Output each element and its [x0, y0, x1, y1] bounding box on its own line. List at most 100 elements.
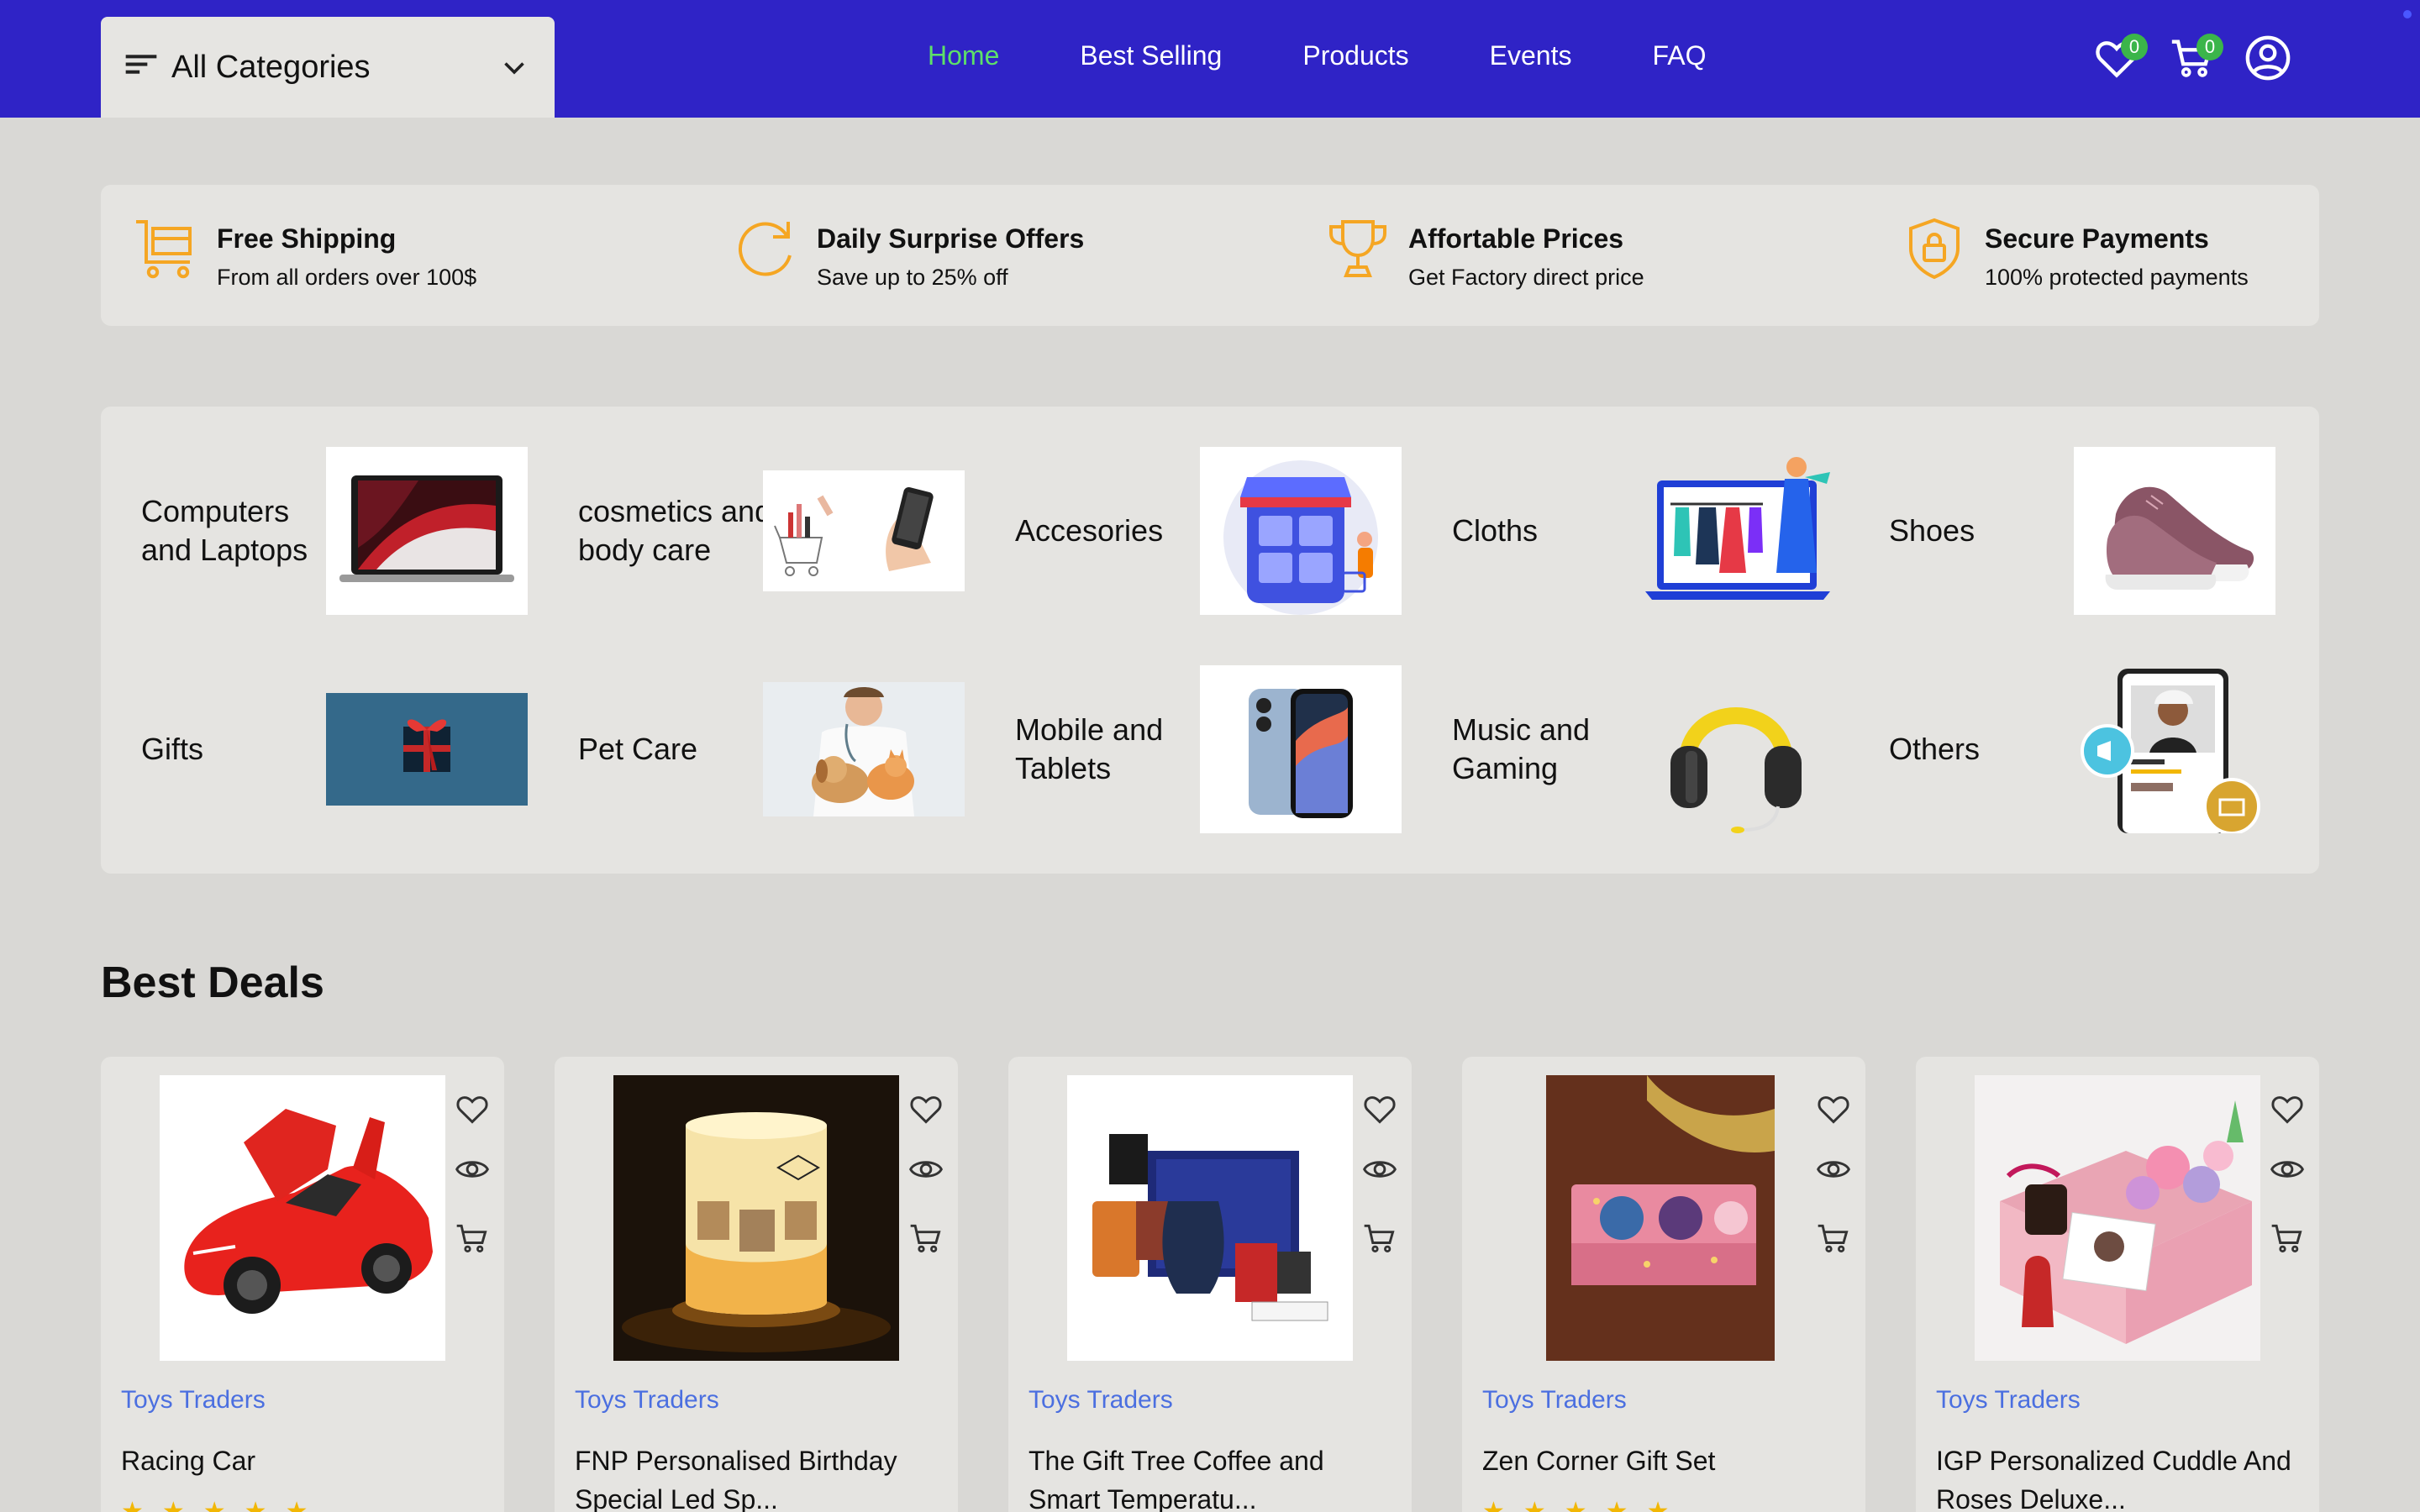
gift-image: [326, 665, 528, 833]
nav-home[interactable]: Home: [928, 40, 999, 71]
category-label: Others: [1889, 732, 1981, 766]
add-to-wishlist-button[interactable]: [454, 1090, 491, 1127]
status-dot: [2403, 10, 2412, 18]
user-circle-icon: [2245, 35, 2291, 81]
product-card[interactable]: Toys Traders Racing Car: [101, 1057, 504, 1512]
feature-subtitle: Save up to 25% off: [817, 265, 1008, 290]
category-label: Computers and Laptops: [141, 494, 308, 567]
category-gifts[interactable]: Gifts: [101, 665, 538, 833]
red-car-image: [160, 1075, 445, 1361]
category-label: Cloths: [1452, 513, 1539, 548]
laptop-image: [326, 447, 528, 615]
feature-daily-offers: Daily Surprise Offers Save up to 25% off: [733, 215, 1084, 291]
quick-view-button[interactable]: [1361, 1151, 1398, 1188]
cart-plus-icon: [1818, 1224, 1849, 1252]
category-label: Accesories: [1015, 513, 1164, 548]
add-to-cart-button[interactable]: [2269, 1220, 2306, 1257]
category-shoes[interactable]: Shoes: [1849, 447, 2286, 615]
category-label: Gifts: [141, 732, 204, 766]
profile-button[interactable]: [2244, 34, 2294, 84]
rating-stars: ★★★★★: [1482, 1498, 1688, 1512]
category-label: cosmetics and body care: [578, 494, 772, 567]
category-cosmetics[interactable]: cosmetics and body care: [538, 447, 975, 615]
cart-button[interactable]: 0: [2168, 34, 2223, 84]
add-to-wishlist-button[interactable]: [1815, 1090, 1852, 1127]
feature-free-shipping: Free Shipping From all orders over 100$: [133, 215, 476, 291]
shop-name-link[interactable]: Toys Traders: [1936, 1386, 2081, 1415]
cart-count-badge: 0: [2196, 34, 2223, 60]
feature-subtitle: Get Factory direct price: [1408, 265, 1644, 290]
eye-icon: [455, 1161, 489, 1178]
wishlist-button[interactable]: 0: [2092, 34, 2148, 84]
add-to-cart-button[interactable]: [454, 1220, 491, 1257]
cart-plus-icon: [2271, 1224, 2302, 1252]
coffee-gift-image: [1067, 1075, 1353, 1361]
pet-care-image: [763, 665, 965, 833]
add-to-cart-button[interactable]: [1815, 1220, 1852, 1257]
features-bar: Free Shipping From all orders over 100$ …: [101, 185, 2319, 326]
nav-faq[interactable]: FAQ: [1652, 40, 1706, 71]
category-mobile-tablets[interactable]: Mobile and Tablets: [975, 665, 1412, 833]
category-computers-laptops[interactable]: Computers and Laptops: [101, 447, 538, 615]
category-accessories[interactable]: Accesories: [975, 447, 1412, 615]
menu-lines-icon: [125, 55, 157, 74]
add-to-wishlist-button[interactable]: [908, 1090, 944, 1127]
header-actions: 0 0: [2092, 34, 2294, 84]
heart-icon: [2271, 1096, 2303, 1124]
feature-affordable-prices: Affortable Prices Get Factory direct pri…: [1324, 215, 1644, 291]
feature-title: Affortable Prices: [1408, 223, 1624, 254]
product-card[interactable]: Toys Traders The Gift Tree Coffee and Sm…: [1008, 1057, 1412, 1512]
add-to-cart-button[interactable]: [908, 1220, 944, 1257]
quick-view-button[interactable]: [2269, 1151, 2306, 1188]
shield-lock-icon: [1901, 215, 1968, 282]
cart-icon: [133, 215, 200, 282]
headphones-image: [1637, 665, 1839, 833]
roses-box-image: [1975, 1075, 2260, 1361]
quick-view-button[interactable]: [1815, 1151, 1852, 1188]
heart-icon: [1364, 1096, 1396, 1124]
add-to-cart-button[interactable]: [1361, 1220, 1398, 1257]
shoes-image: [2074, 447, 2275, 615]
feature-title: Free Shipping: [217, 223, 397, 254]
eye-icon: [1817, 1161, 1850, 1178]
nav-best-selling[interactable]: Best Selling: [1080, 40, 1222, 71]
all-categories-dropdown[interactable]: All Categories: [101, 17, 555, 118]
shop-name-link[interactable]: Toys Traders: [1028, 1386, 1173, 1415]
rating-stars: ★★★★★: [121, 1498, 327, 1512]
all-categories-label: All Categories: [171, 49, 371, 85]
feature-subtitle: 100% protected payments: [1985, 265, 2249, 290]
add-to-wishlist-button[interactable]: [2269, 1090, 2306, 1127]
wishlist-count-badge: 0: [2121, 34, 2148, 60]
category-label: Pet Care: [578, 732, 698, 766]
gift-set-image: [1546, 1075, 1775, 1361]
category-pet-care[interactable]: Pet Care: [538, 665, 975, 833]
others-image: [2074, 665, 2275, 833]
quick-view-button[interactable]: [908, 1151, 944, 1188]
category-others[interactable]: Others: [1849, 665, 2286, 833]
product-name[interactable]: Zen Corner Gift Set: [1482, 1441, 1852, 1480]
product-name[interactable]: Racing Car: [121, 1441, 491, 1480]
heart-icon: [456, 1096, 488, 1124]
category-music-gaming[interactable]: Music and Gaming: [1412, 665, 1849, 833]
shop-name-link[interactable]: Toys Traders: [575, 1386, 719, 1415]
shop-name-link[interactable]: Toys Traders: [121, 1386, 266, 1415]
product-card[interactable]: Toys Traders Zen Corner Gift Set: [1462, 1057, 1865, 1512]
nav-products[interactable]: Products: [1302, 40, 1408, 71]
chevron-down-icon: [504, 62, 524, 75]
product-card[interactable]: Toys Traders FNP Personalised Birthday S…: [555, 1057, 958, 1512]
add-to-wishlist-button[interactable]: [1361, 1090, 1398, 1127]
product-card[interactable]: Toys Traders IGP Personalized Cuddle And…: [1916, 1057, 2319, 1512]
nav-events[interactable]: Events: [1490, 40, 1572, 71]
quick-view-button[interactable]: [454, 1151, 491, 1188]
product-name[interactable]: The Gift Tree Coffee and Smart Temperatu…: [1028, 1441, 1398, 1512]
category-cloths[interactable]: Cloths: [1412, 447, 1849, 615]
heart-icon: [910, 1096, 942, 1124]
feature-secure-payments: Secure Payments 100% protected payments: [1901, 215, 2249, 291]
cart-plus-icon: [1364, 1224, 1395, 1252]
product-name[interactable]: FNP Personalised Birthday Special Led Sp…: [575, 1441, 944, 1512]
trophy-icon: [1324, 215, 1392, 282]
feature-subtitle: From all orders over 100$: [217, 265, 477, 290]
eye-icon: [909, 1161, 943, 1178]
product-name[interactable]: IGP Personalized Cuddle And Roses Deluxe…: [1936, 1441, 2306, 1512]
shop-name-link[interactable]: Toys Traders: [1482, 1386, 1627, 1415]
